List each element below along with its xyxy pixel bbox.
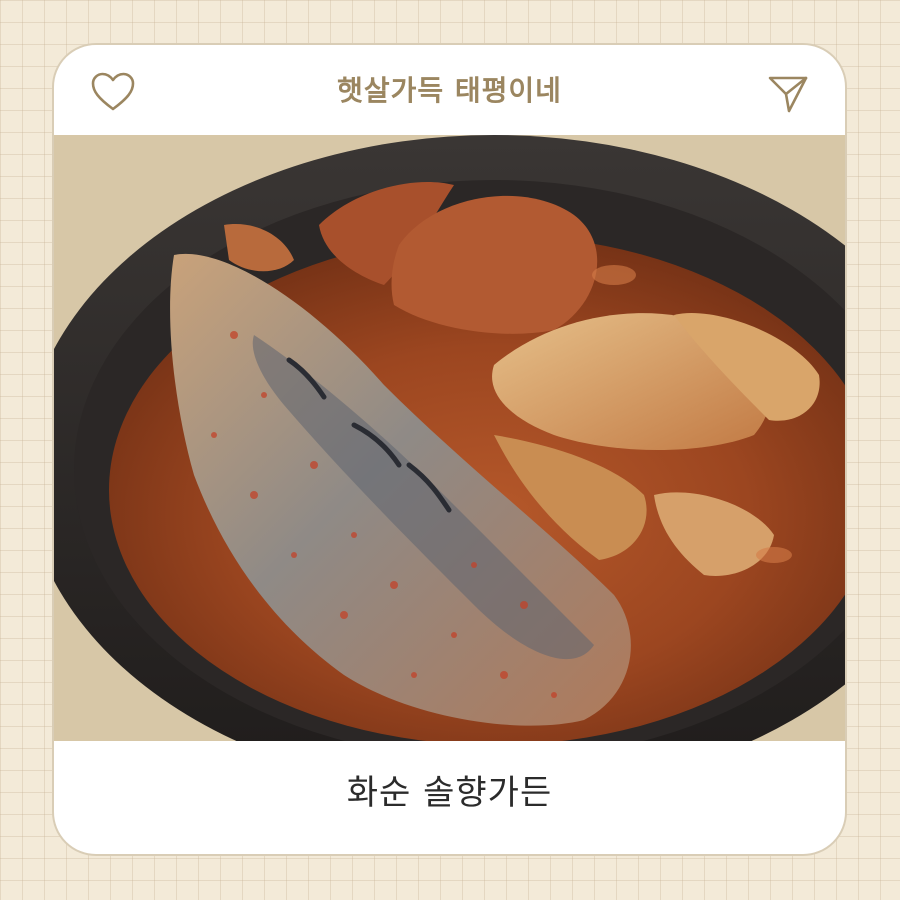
food-photo [54,135,845,741]
send-icon [768,76,808,113]
caption: 화순 솔향가든 [346,773,553,813]
post-card: 햇살가득 태평이네 화순 솔향가든 [52,43,847,856]
card-header: 햇살가득 태평이네 [54,45,845,135]
share-button[interactable] [767,73,809,115]
page-title: 햇살가득 태평이네 [337,74,562,107]
